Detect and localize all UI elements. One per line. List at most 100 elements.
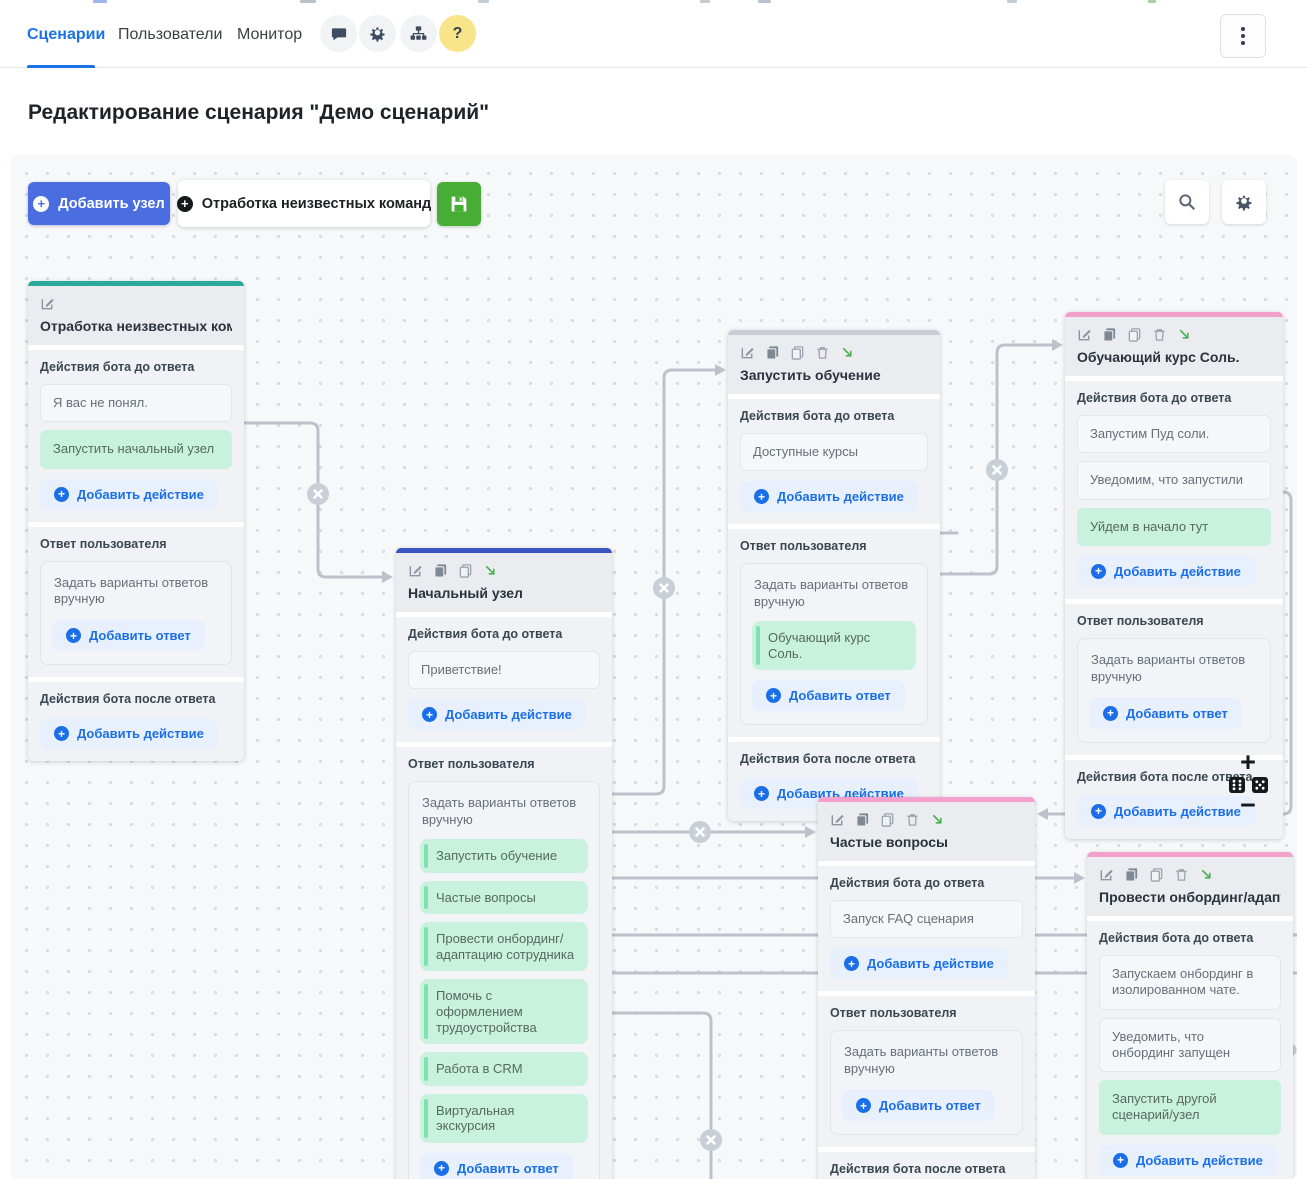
action-item-link[interactable]: Запустить другой сценарий/узел	[1099, 1080, 1281, 1135]
plus-circle-icon: +	[754, 489, 769, 504]
save-button[interactable]	[437, 182, 481, 226]
action-item[interactable]: Я вас не понял.	[40, 384, 232, 422]
tab-monitor[interactable]: Монитор	[237, 26, 302, 44]
flow-canvas[interactable]: + Добавить узел + Отработка неизвестных …	[10, 155, 1297, 1179]
edit-icon[interactable]	[408, 563, 423, 578]
section-label: Действия бота до ответа	[408, 627, 600, 641]
help-button[interactable]: ?	[439, 15, 476, 52]
add-action-button[interactable]: +Добавить действие	[40, 718, 218, 749]
merge-arrow-icon[interactable]	[1177, 327, 1192, 342]
search-icon	[1177, 192, 1197, 212]
answer-item[interactable]: Запустить обучение	[420, 839, 588, 873]
answer-item[interactable]: Обучающий курс Соль.	[752, 621, 916, 670]
node-title: Начальный узел	[408, 585, 600, 601]
zoom-out-button[interactable]: −	[1240, 797, 1256, 813]
node-header: Частые вопросы	[818, 802, 1035, 861]
action-item[interactable]: Запускаем онбординг в изолированном чате…	[1099, 955, 1281, 1010]
duplicate-icon[interactable]	[855, 812, 870, 827]
copy-icon[interactable]	[880, 812, 895, 827]
merge-arrow-icon[interactable]	[1199, 867, 1214, 882]
add-action-button[interactable]: +Добавить действие	[1077, 556, 1255, 587]
add-answer-button[interactable]: +Добавить ответ	[842, 1090, 995, 1121]
merge-arrow-icon[interactable]	[840, 345, 855, 360]
trash-icon[interactable]	[905, 812, 920, 827]
action-item[interactable]: Уведомим, что запустили	[1077, 461, 1271, 499]
trash-icon[interactable]	[1152, 327, 1167, 342]
edit-icon[interactable]	[1099, 867, 1114, 882]
canvas-settings-button[interactable]	[1222, 180, 1266, 224]
settings-button[interactable]	[359, 15, 396, 52]
overflow-menu-button[interactable]	[1220, 14, 1266, 58]
edit-icon[interactable]	[830, 812, 845, 827]
merge-arrow-icon[interactable]	[930, 812, 945, 827]
add-node-button[interactable]: + Добавить узел	[28, 182, 170, 225]
action-item[interactable]: Запуск FAQ сценария	[830, 900, 1023, 938]
section-bot-actions-before: Действия бота до ответа Доступные курсы …	[728, 399, 940, 524]
add-action-button[interactable]: +Добавить действие	[408, 699, 586, 730]
node-unknown-commands[interactable]: Отработка неизвестных команд Действия бо…	[28, 281, 244, 761]
structure-button[interactable]	[400, 15, 437, 52]
gear-icon	[368, 24, 387, 43]
merge-arrow-icon[interactable]	[483, 563, 498, 578]
answer-item[interactable]: Помочь с оформлением трудоустройства	[420, 979, 588, 1044]
duplicate-icon[interactable]	[433, 563, 448, 578]
duplicate-icon[interactable]	[1124, 867, 1139, 882]
answers-card: Задать варианты ответов вручную +Добавит…	[1077, 638, 1271, 743]
add-answer-button[interactable]: +Добавить ответ	[420, 1153, 573, 1179]
zoom-in-button[interactable]: +	[1240, 750, 1256, 774]
add-action-button[interactable]: +Добавить действие	[40, 479, 218, 510]
answer-item[interactable]: Виртуальная экскурсия	[420, 1094, 588, 1143]
edit-icon[interactable]	[1077, 327, 1092, 342]
add-answer-button[interactable]: +Добавить ответ	[52, 620, 205, 651]
node-training[interactable]: Запустить обучение Действия бота до отве…	[728, 330, 940, 821]
answer-item[interactable]: Частые вопросы	[420, 881, 588, 915]
section-bot-actions-before: Действия бота до ответа Я вас не понял. …	[28, 350, 244, 522]
action-item-link[interactable]: Уйдем в начало тут	[1077, 508, 1271, 546]
add-answer-button[interactable]: +Добавить ответ	[752, 680, 905, 711]
section-bot-actions-before: Действия бота до ответа Запустим Пуд сол…	[1065, 381, 1283, 599]
copy-icon[interactable]	[1127, 327, 1142, 342]
section-label: Ответ пользователя	[740, 539, 928, 553]
section-user-answer: Ответ пользователя Задать варианты ответ…	[1065, 604, 1283, 755]
add-action-button[interactable]: +Добавить действие	[740, 481, 918, 512]
answer-item[interactable]: Провести онбординг/адаптацию сотрудника	[420, 922, 588, 971]
duplicate-icon[interactable]	[765, 345, 780, 360]
trash-icon[interactable]	[815, 345, 830, 360]
action-item[interactable]: Доступные курсы	[740, 433, 928, 471]
plus-circle-icon: +	[177, 196, 193, 212]
node-onboarding[interactable]: Провести онбординг/адапта... Действия бо…	[1087, 852, 1293, 1179]
add-unknown-commands-button[interactable]: + Отработка неизвестных команд	[178, 180, 430, 227]
node-start[interactable]: Начальный узел Действия бота до ответа П…	[396, 548, 612, 1179]
manual-answers-label: Задать варианты ответов вручную	[844, 1044, 1009, 1078]
copy-icon[interactable]	[458, 563, 473, 578]
plus-circle-icon: +	[1103, 706, 1118, 721]
edit-icon[interactable]	[740, 345, 755, 360]
tab-users[interactable]: Пользователи	[118, 26, 222, 44]
plus-circle-icon: +	[766, 688, 781, 703]
copy-icon[interactable]	[790, 345, 805, 360]
add-action-button[interactable]: +Добавить действие	[830, 948, 1008, 979]
copy-icon[interactable]	[1149, 867, 1164, 882]
chat-button[interactable]	[320, 15, 357, 52]
node-faq[interactable]: Частые вопросы Действия бота до ответа З…	[818, 797, 1035, 1179]
action-item[interactable]: Приветствие!	[408, 651, 600, 689]
duplicate-icon[interactable]	[1102, 327, 1117, 342]
trash-icon[interactable]	[1174, 867, 1189, 882]
tab-scenarios[interactable]: Сценарии	[27, 26, 105, 44]
answer-item[interactable]: Работа в CRM	[420, 1052, 588, 1086]
action-item[interactable]: Запустим Пуд соли.	[1077, 415, 1271, 453]
section-label: Действия бота после ответа	[740, 752, 928, 766]
section-user-answer: Ответ пользователя Задать варианты ответ…	[818, 996, 1035, 1147]
action-item[interactable]: Уведомить, что онбординг запущен	[1099, 1018, 1281, 1073]
action-item-link[interactable]: Запустить начальный узел	[40, 430, 232, 468]
add-action-button[interactable]: +Добавить действие	[1099, 1145, 1277, 1176]
add-answer-button[interactable]: +Добавить ответ	[1089, 698, 1242, 729]
section-label: Действия бота после ответа	[830, 1162, 1023, 1176]
artifact	[1148, 0, 1156, 3]
answers-card: Задать варианты ответов вручную Обучающи…	[740, 563, 928, 725]
edit-icon[interactable]	[40, 296, 55, 311]
plus-circle-icon: +	[1091, 564, 1106, 579]
section-user-answer: Ответ пользователя Задать варианты ответ…	[728, 529, 940, 737]
search-button[interactable]	[1165, 180, 1209, 224]
section-label: Ответ пользователя	[40, 537, 232, 551]
